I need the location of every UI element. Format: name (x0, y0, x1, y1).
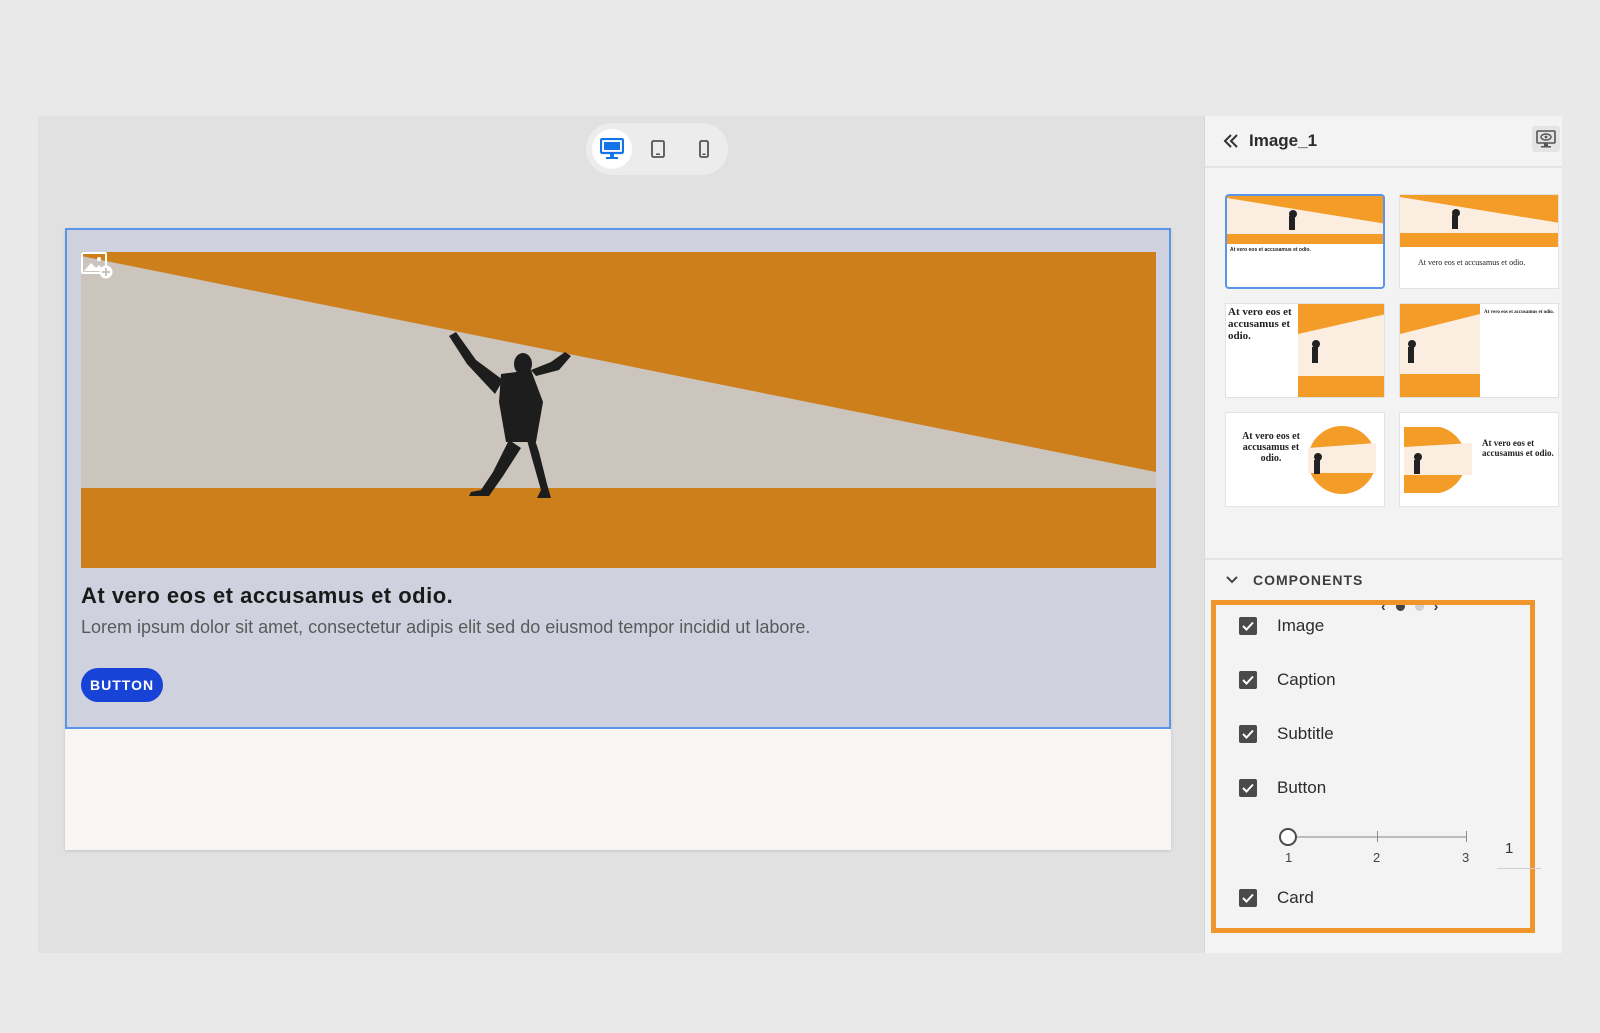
button-count-value[interactable]: 1 (1505, 840, 1513, 857)
button-count-slider[interactable]: 1 2 3 (1277, 826, 1477, 866)
desktop-icon (600, 138, 624, 159)
mobile-icon (699, 140, 709, 158)
tablet-icon (651, 140, 665, 158)
mobile-view-button[interactable] (684, 129, 724, 169)
checkbox[interactable] (1239, 671, 1257, 689)
checkbox[interactable] (1239, 779, 1257, 797)
app-window: At vero eos et accusamus et odio. Lorem … (38, 116, 1563, 953)
template-caption: At vero eos et accusamus et odio. (1228, 306, 1292, 343)
chevron-down-icon (1226, 576, 1238, 584)
components-section-header[interactable]: COMPONENTS (1225, 572, 1363, 588)
card-image[interactable] (81, 252, 1156, 568)
template-caption: At vero eos et accusamus et odio. (1242, 431, 1300, 464)
template-thumbnail[interactable]: At vero eos et accusamus et odio. (1399, 303, 1559, 398)
slider-tick-label: 2 (1373, 850, 1381, 865)
value-underline (1497, 868, 1541, 869)
components-highlight (1211, 600, 1535, 933)
add-image-icon[interactable] (81, 252, 113, 280)
template-thumbnail[interactable]: At vero eos et accusamus et odio. (1225, 412, 1385, 507)
checkmark-icon (1242, 675, 1254, 685)
component-toggle-card[interactable]: Card (1239, 888, 1314, 908)
template-caption: At vero eos et accusamus et odio. (1230, 247, 1311, 253)
tablet-view-button[interactable] (638, 129, 678, 169)
card-caption[interactable]: At vero eos et accusamus et odio. (81, 583, 453, 609)
collapse-panel-icon[interactable] (1223, 134, 1239, 148)
template-caption: At vero eos et accusamus et odio. (1482, 438, 1554, 458)
slider-tick (1377, 831, 1378, 842)
checkbox-label: Subtitle (1277, 724, 1334, 743)
checkbox[interactable] (1239, 617, 1257, 635)
slider-thumb[interactable] (1279, 828, 1297, 846)
checkbox-label: Button (1277, 778, 1327, 797)
properties-panel: Image_1 At vero eos et accusamus et odio… (1204, 116, 1563, 953)
preview-button[interactable] (1532, 126, 1560, 152)
template-preview-image (1400, 195, 1558, 247)
checkbox[interactable] (1239, 725, 1257, 743)
template-preview-image (1400, 304, 1480, 397)
slider-tick (1466, 831, 1467, 842)
preview-icon (1536, 130, 1556, 148)
checkmark-icon (1242, 783, 1254, 793)
checkbox-label: Image (1277, 616, 1325, 635)
checkmark-icon (1242, 893, 1254, 903)
desktop-view-button[interactable] (592, 129, 632, 169)
component-toggle-subtitle[interactable]: Subtitle (1239, 724, 1334, 744)
checkmark-icon (1242, 729, 1254, 739)
template-thumbnail[interactable]: At vero eos et accusamus et odio. (1399, 194, 1559, 289)
template-thumbnail[interactable]: At vero eos et accusamus et odio. (1399, 412, 1559, 507)
checkbox-label: Caption (1277, 670, 1336, 689)
card-block[interactable]: At vero eos et accusamus et odio. Lorem … (65, 228, 1171, 729)
slider-tick-label: 1 (1285, 850, 1293, 865)
card-cta-button[interactable]: BUTTON (81, 668, 164, 702)
checkbox[interactable] (1239, 889, 1257, 907)
template-thumbnail[interactable]: At vero eos et accusamus et odio. (1225, 303, 1385, 398)
component-toggle-caption[interactable]: Caption (1239, 670, 1336, 690)
device-toggle (586, 123, 728, 175)
checkbox-label: Card (1277, 888, 1314, 907)
panel-header: Image_1 (1205, 116, 1562, 168)
template-preview-image (1404, 427, 1472, 493)
components-title: COMPONENTS (1253, 572, 1364, 588)
template-thumbnail[interactable]: At vero eos et accusamus et odio. (1225, 194, 1385, 289)
slider-tick-label: 3 (1462, 850, 1470, 865)
banner-illustration (81, 252, 1156, 568)
template-caption: At vero eos et accusamus et odio. (1418, 258, 1526, 267)
divider (1205, 558, 1563, 560)
component-toggle-image[interactable]: Image (1239, 616, 1324, 636)
template-preview-image (1227, 196, 1383, 244)
card-subtitle[interactable]: Lorem ipsum dolor sit amet, consectetur … (81, 617, 810, 638)
template-caption: At vero eos et accusamus et odio. (1484, 310, 1555, 315)
component-toggle-button[interactable]: Button (1239, 778, 1326, 798)
checkmark-icon (1242, 621, 1254, 631)
panel-title: Image_1 (1249, 131, 1318, 150)
